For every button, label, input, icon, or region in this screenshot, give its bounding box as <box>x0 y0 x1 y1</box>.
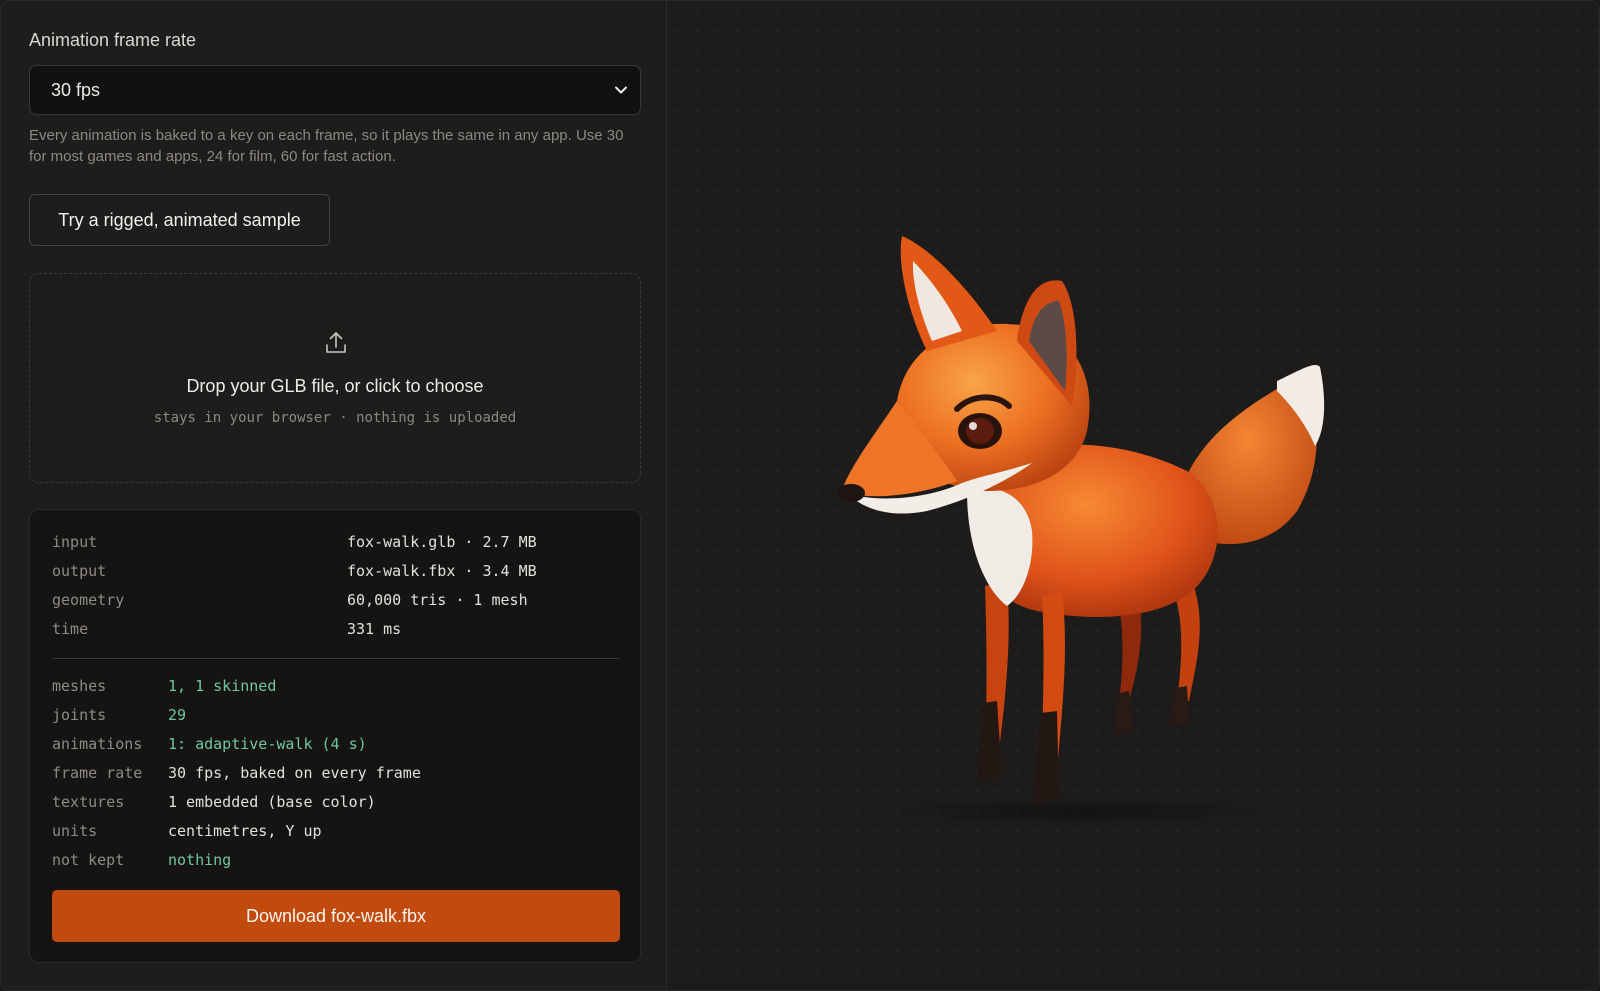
report-key: geometry <box>52 591 125 609</box>
report-key: frame rate <box>52 764 143 782</box>
download-button[interactable]: Download fox-walk.fbx <box>52 890 620 942</box>
converter-app: Animation frame rate 30 fps Every animat… <box>0 0 1600 991</box>
report-value: 1, 1 skinned <box>168 677 277 695</box>
report-key: meshes <box>52 677 107 695</box>
report-divider <box>52 658 620 659</box>
report-value: 1: adaptive-walk (4 s) <box>168 735 367 753</box>
report-key: joints <box>52 706 107 724</box>
report-value: 1 embedded (base color) <box>168 793 376 811</box>
report-value: fox-walk.fbx · 3.4 MB <box>347 562 537 580</box>
report-value: 29 <box>168 706 187 724</box>
frame-rate-help-text: Every animation is baked to a key on eac… <box>29 127 624 165</box>
conversion-report: input fox-walk.glb · 2.7 MB output fox-w… <box>29 509 641 963</box>
frame-rate-selected-value: 30 fps <box>51 79 101 100</box>
report-value: 60,000 tris · 1 mesh <box>347 591 528 609</box>
report-key: units <box>52 822 98 840</box>
report-value: centimetres, Y up <box>168 822 322 840</box>
report-key: not kept <box>52 851 125 869</box>
report-value: 331 ms <box>347 620 402 638</box>
settings-panel: Animation frame rate 30 fps Every animat… <box>1 1 667 990</box>
report-key: animations <box>52 735 143 753</box>
report-key: textures <box>52 793 125 811</box>
fox-model-preview <box>837 236 1325 825</box>
try-sample-button[interactable]: Try a rigged, animated sample <box>29 194 330 246</box>
report-value: 30 fps, baked on every frame <box>168 764 421 782</box>
report-value: nothing <box>168 851 232 869</box>
dropzone-subtitle: stays in your browser · nothing is uploa… <box>153 410 517 426</box>
frame-rate-select[interactable]: 30 fps <box>29 65 641 115</box>
report-key: output <box>52 562 107 580</box>
dropzone-title: Drop your GLB file, or click to choose <box>186 376 484 396</box>
file-dropzone[interactable]: Drop your GLB file, or click to choose s… <box>29 273 641 483</box>
report-key: time <box>52 620 89 638</box>
upload-icon <box>326 332 346 353</box>
frame-rate-label: Animation frame rate <box>29 30 197 50</box>
report-key: input <box>52 533 98 551</box>
model-preview-viewport[interactable] <box>667 1 1599 990</box>
chevron-down-icon <box>615 86 627 94</box>
report-value: fox-walk.glb · 2.7 MB <box>347 533 537 551</box>
